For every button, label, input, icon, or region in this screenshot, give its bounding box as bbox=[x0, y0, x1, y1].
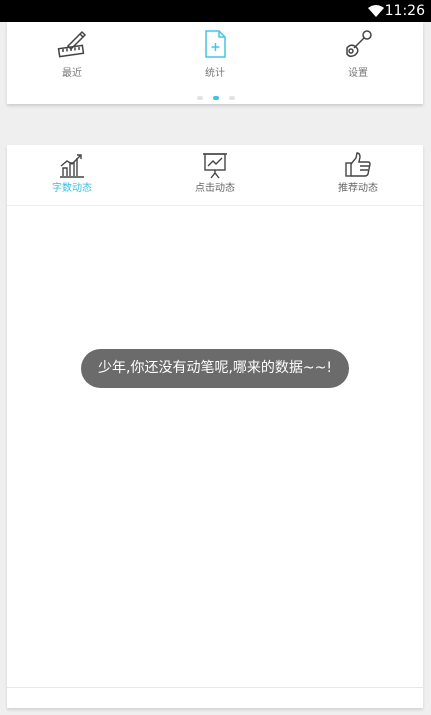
tab-bar: 字数动态 点击动态 推荐动态 bbox=[7, 145, 423, 206]
wrench-icon bbox=[346, 30, 372, 58]
nav-item-stats[interactable]: 统计 bbox=[170, 28, 260, 84]
nav-label-settings: 设置 bbox=[348, 68, 368, 79]
nav-item-settings[interactable]: 设置 bbox=[313, 28, 403, 84]
top-nav-card: 最近 统计 设置 bbox=[7, 22, 423, 104]
toast-message: 少年,你还没有动笔呢,哪来的数据~~! bbox=[81, 349, 349, 388]
presentation-chart-icon bbox=[203, 153, 227, 179]
wifi-icon bbox=[368, 5, 384, 17]
tab-label-word-count: 字数动态 bbox=[52, 183, 92, 194]
page-dot-active bbox=[213, 96, 219, 100]
main-card: 字数动态 点击动态 推荐动态 bbox=[7, 145, 423, 708]
nav-label-recent: 最近 bbox=[62, 68, 82, 79]
bar-chart-icon bbox=[60, 154, 84, 178]
status-time: 11:26 bbox=[384, 3, 425, 19]
nav-item-recent[interactable]: 最近 bbox=[27, 28, 117, 84]
bottom-divider bbox=[7, 687, 423, 709]
page-dot bbox=[197, 96, 203, 100]
nav-label-stats: 统计 bbox=[205, 68, 225, 79]
document-add-icon bbox=[205, 30, 226, 58]
page-indicator bbox=[197, 96, 237, 102]
tab-label-click-trend: 点击动态 bbox=[195, 183, 235, 194]
tab-recommend-trend[interactable]: 推荐动态 bbox=[303, 151, 413, 201]
status-bar: 11:26 bbox=[0, 0, 431, 22]
tab-label-recommend-trend: 推荐动态 bbox=[338, 183, 378, 194]
edit-ruler-icon bbox=[57, 30, 87, 58]
top-nav: 最近 统计 设置 bbox=[7, 22, 423, 104]
page-dot bbox=[229, 96, 235, 100]
tab-click-trend[interactable]: 点击动态 bbox=[160, 151, 270, 201]
tab-word-count[interactable]: 字数动态 bbox=[17, 151, 127, 201]
chart-content-area bbox=[7, 206, 423, 686]
thumbs-up-icon bbox=[345, 152, 371, 177]
